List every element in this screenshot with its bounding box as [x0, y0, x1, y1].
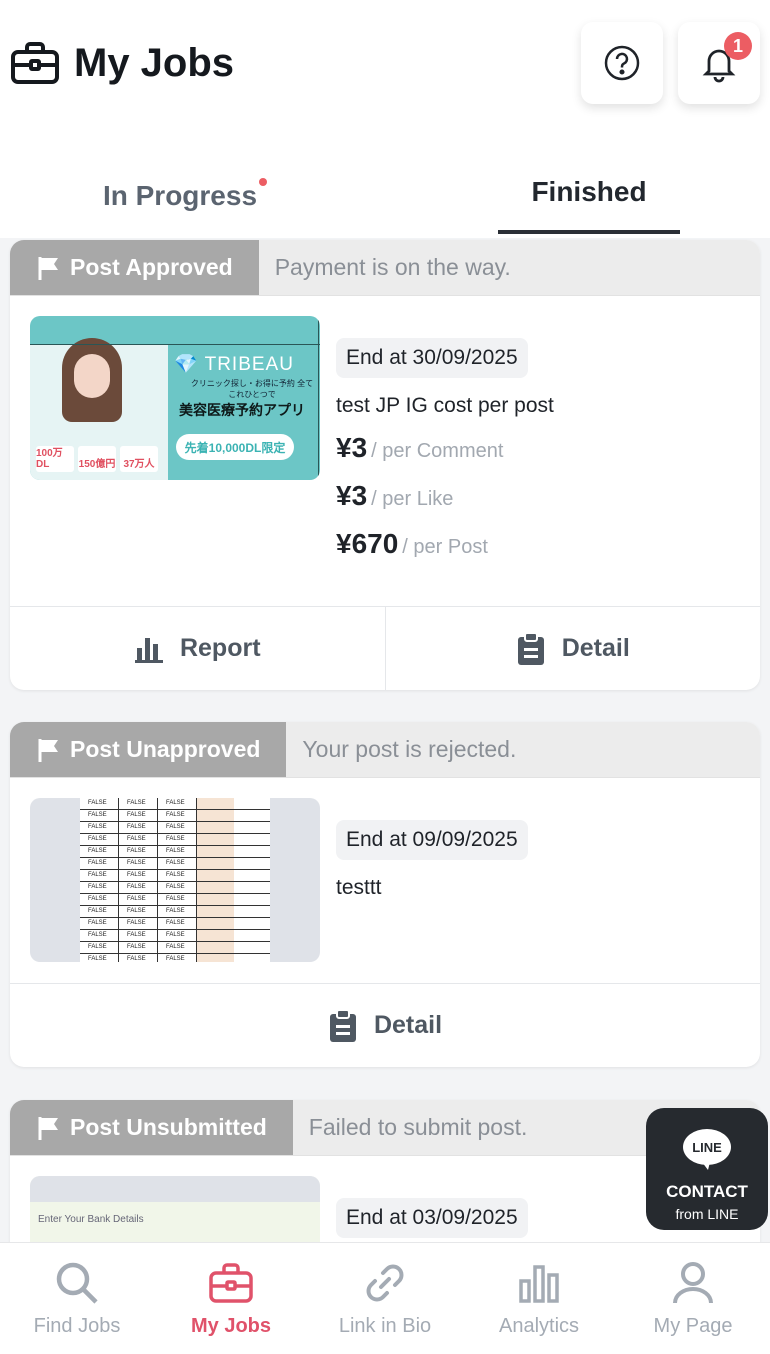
- flag-icon: [38, 256, 58, 280]
- flag-icon: [38, 1116, 58, 1140]
- nav-label: Find Jobs: [33, 1315, 121, 1337]
- status-label: Post Unsubmitted: [70, 1114, 267, 1140]
- nav-find-jobs[interactable]: Find Jobs: [0, 1243, 154, 1354]
- price-row: ¥3/ per Like: [336, 480, 454, 511]
- sheet-row: FALSE FALSE FALSE: [80, 954, 270, 962]
- nav-my-jobs[interactable]: My Jobs: [154, 1243, 308, 1354]
- report-label: Report: [179, 634, 261, 662]
- job-name: testtt: [336, 876, 382, 899]
- sheet-row: FALSE FALSE FALSE: [80, 858, 270, 870]
- sheet-row: FALSE FALSE FALSE: [80, 870, 270, 882]
- search-icon: [56, 1262, 98, 1304]
- nav-label: My Page: [653, 1315, 733, 1337]
- ad-pill: 先着10,000DL限定: [176, 434, 294, 460]
- help-button[interactable]: [581, 22, 663, 104]
- price-row: ¥670/ per Post: [336, 528, 488, 559]
- spreadsheet-image: FALSE FALSE FALSE FALSE FALSE FALSE FALSE FALSE…: [30, 798, 320, 962]
- notifications-button[interactable]: 1: [678, 22, 760, 104]
- ad-brand: 💎 TRIBEAU: [174, 354, 294, 375]
- sheet-row: FALSE FALSE FALSE: [80, 798, 270, 810]
- ad-stats: 100万DL 150億円 37万人: [36, 446, 158, 472]
- end-date-chip: End at 09/09/2025: [336, 820, 528, 860]
- contact-label: CONTACT: [666, 1182, 748, 1201]
- line-chat-icon: LINE: [683, 1129, 731, 1170]
- report-button[interactable]: Report: [10, 607, 385, 690]
- status-message: Your post is rejected.: [302, 736, 517, 762]
- detail-label: Detail: [373, 1011, 443, 1039]
- status-badge: Post Unsubmitted: [10, 1100, 293, 1155]
- user-icon: [673, 1262, 713, 1304]
- svg-text:LINE: LINE: [692, 1140, 722, 1155]
- sheet-row: FALSE FALSE FALSE: [80, 822, 270, 834]
- nav-my-page[interactable]: My Page: [616, 1243, 770, 1354]
- end-date-chip: End at 03/09/2025: [336, 1198, 528, 1238]
- line-contact-button[interactable]: LINE CONTACT from LINE: [646, 1108, 768, 1230]
- sheet-row: FALSE FALSE FALSE: [80, 846, 270, 858]
- nav-label: My Jobs: [190, 1315, 272, 1337]
- sheet-row: FALSE FALSE FALSE: [80, 918, 270, 930]
- nav-label: Analytics: [498, 1315, 580, 1337]
- end-date-chip: End at 30/09/2025: [336, 338, 528, 378]
- job-thumbnail[interactable]: 💎 TRIBEAU クリニック探し・お得に予約 全てこれひとつで 美容医療予約ア…: [30, 316, 320, 480]
- sheet-row: FALSE FALSE FALSE: [80, 882, 270, 894]
- nav-link-in-bio[interactable]: Link in Bio: [308, 1243, 462, 1354]
- bar-chart-icon: [134, 637, 163, 663]
- link-icon: [366, 1264, 404, 1302]
- header: My Jobs 1 In Progress Finished: [0, 0, 770, 238]
- clipboard-icon: [329, 1009, 356, 1042]
- sheet-row: FALSE FALSE FALSE: [80, 834, 270, 846]
- tribeau-ad-image: 💎 TRIBEAU クリニック探し・お得に予約 全てこれひとつで 美容医療予約ア…: [30, 316, 320, 480]
- status-label: Post Unapproved: [70, 736, 261, 762]
- detail-label: Detail: [561, 634, 630, 662]
- price-row: ¥3/ per Comment: [336, 432, 504, 463]
- contact-sublabel: from LINE: [675, 1206, 739, 1222]
- status-label: Post Approved: [70, 254, 233, 280]
- job-card[interactable]: Post Approved Payment is on the way. 💎 T…: [10, 240, 760, 690]
- notification-badge: 1: [724, 32, 752, 60]
- tab-in-progress[interactable]: In Progress: [60, 150, 310, 238]
- status-message: Failed to submit post.: [308, 1114, 528, 1140]
- sheet-row: FALSE FALSE FALSE: [80, 906, 270, 918]
- card-actions: Report Detail: [10, 606, 760, 690]
- briefcase-icon: [209, 1263, 253, 1303]
- nav-analytics[interactable]: Analytics: [462, 1243, 616, 1354]
- card-status-bar: Post Approved Payment is on the way.: [10, 240, 760, 296]
- sheet-row: FALSE FALSE FALSE: [80, 894, 270, 906]
- tab-label: Finished: [531, 176, 647, 207]
- bar-chart-icon: [519, 1265, 559, 1303]
- status-badge: Post Unapproved: [10, 722, 287, 777]
- job-name: test JP IG cost per post: [336, 394, 554, 417]
- job-card[interactable]: Post Unapproved Your post is rejected. F…: [10, 722, 760, 1067]
- help-icon: [604, 45, 640, 81]
- flag-icon: [38, 738, 58, 762]
- page-title: My Jobs: [74, 40, 235, 85]
- unread-dot: [259, 178, 268, 186]
- sheet-row: FALSE FALSE FALSE: [80, 930, 270, 942]
- clipboard-icon: [517, 632, 544, 665]
- job-thumbnail[interactable]: FALSE FALSE FALSE FALSE FALSE FALSE FALSE FALSE…: [30, 798, 320, 962]
- title-row: My Jobs: [10, 38, 234, 88]
- status-badge: Post Approved: [10, 240, 259, 295]
- nav-label: Link in Bio: [338, 1315, 432, 1337]
- status-message: Payment is on the way.: [274, 254, 511, 280]
- tab-bar: In Progress Finished: [0, 150, 770, 238]
- sheet-row: FALSE FALSE FALSE: [80, 810, 270, 822]
- ad-app-name: 美容医療予約アプリ: [179, 402, 305, 418]
- card-actions: Detail: [10, 983, 760, 1067]
- card-status-bar: Post Unapproved Your post is rejected.: [10, 722, 760, 778]
- sheet-row: FALSE FALSE FALSE: [80, 942, 270, 954]
- detail-button[interactable]: Detail: [10, 984, 760, 1067]
- briefcase-icon: [11, 42, 59, 84]
- bottom-nav: Find Jobs My Jobs Link in Bio Analytics …: [0, 1242, 770, 1354]
- tab-finished[interactable]: Finished: [498, 150, 680, 238]
- tab-label: In Progress: [102, 180, 258, 211]
- ad-subtitle: クリニック探し・お得に予約 全てこれひとつで: [190, 379, 314, 399]
- detail-button[interactable]: Detail: [384, 607, 761, 690]
